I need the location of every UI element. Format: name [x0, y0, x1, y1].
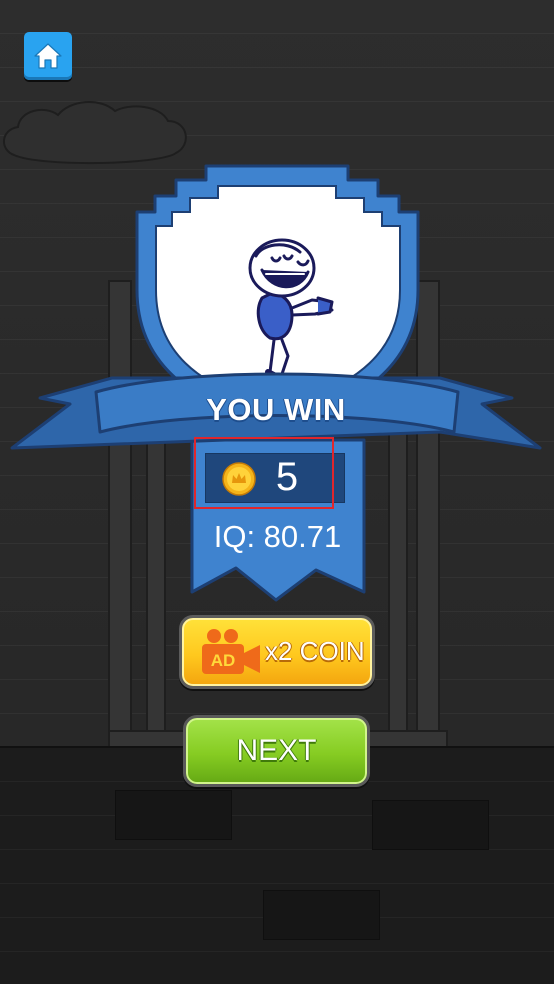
floor-block	[115, 790, 232, 840]
floor-block	[263, 890, 380, 940]
next-label: NEXT	[236, 734, 317, 767]
next-level-button[interactable]: NEXT	[183, 715, 370, 787]
ad-badge-text: AD	[211, 651, 236, 670]
coin-highlight-box	[194, 437, 334, 509]
floor-block	[372, 800, 489, 850]
win-title: YOU WIN	[206, 392, 346, 427]
video-camera-icon: AD	[202, 629, 260, 674]
double-coin-label: x2 COIN	[265, 636, 365, 666]
iq-score: IQ: 80.71	[213, 519, 342, 554]
